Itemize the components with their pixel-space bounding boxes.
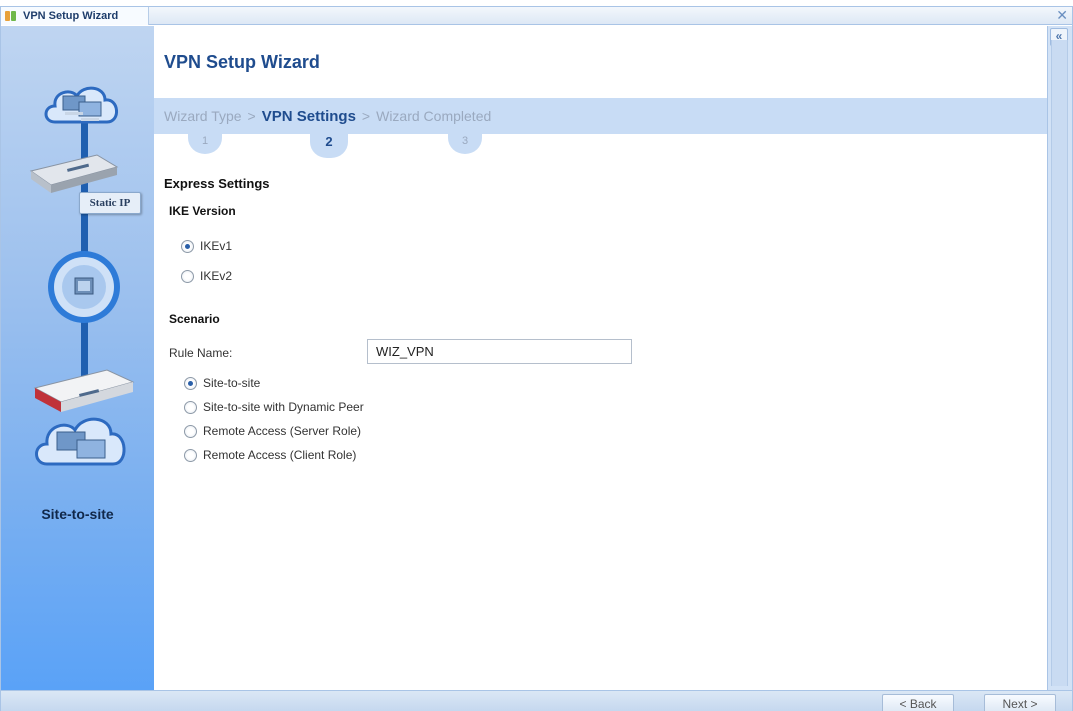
- scenario-client-role-option[interactable]: Remote Access (Client Role): [184, 448, 356, 462]
- local-gateway-device-icon: [33, 369, 135, 412]
- step-number-3: 3: [448, 134, 482, 154]
- rule-name-label: Rule Name:: [169, 346, 233, 360]
- title-bar: VPN Setup Wizard ✕: [1, 7, 1072, 25]
- site-to-site-radio[interactable]: [184, 376, 197, 390]
- scenario-dynamic-peer-option[interactable]: Site-to-site with Dynamic Peer: [184, 400, 364, 414]
- step-progress-bar: Wizard Type > VPN Settings > Wizard Comp…: [154, 98, 1047, 134]
- scrollbar-thumb[interactable]: [1051, 40, 1068, 686]
- window-title: VPN Setup Wizard: [23, 10, 119, 22]
- ike-v2-option[interactable]: IKEv2: [181, 269, 232, 283]
- back-button[interactable]: < Back: [882, 694, 954, 711]
- connection-line: [81, 96, 88, 396]
- next-button[interactable]: Next >: [984, 694, 1056, 711]
- page-title: VPN Setup Wizard: [164, 52, 320, 72]
- vertical-scrollbar[interactable]: «: [1047, 26, 1072, 690]
- wizard-diagram-rail: Static IP Site-to-site: [1, 26, 154, 690]
- scenario-heading: Scenario: [169, 312, 220, 326]
- step-wizard-completed: Wizard Completed: [376, 108, 492, 124]
- scenario-caption: Site-to-site: [41, 506, 114, 522]
- dynamic-peer-label: Site-to-site with Dynamic Peer: [203, 400, 364, 414]
- step-number-1: 1: [188, 134, 222, 154]
- express-settings-heading: Express Settings: [164, 176, 270, 191]
- step-wizard-type: Wizard Type: [164, 108, 242, 124]
- step-breadcrumb: Wizard Type > VPN Settings > Wizard Comp…: [164, 108, 491, 125]
- window-tab[interactable]: VPN Setup Wizard: [1, 7, 149, 25]
- remote-network-cloud-icon: [44, 86, 118, 124]
- ike-v2-radio[interactable]: [181, 269, 194, 283]
- scenario-site-to-site-option[interactable]: Site-to-site: [184, 376, 260, 390]
- wizard-app-icon: [5, 10, 19, 22]
- ike-v2-label: IKEv2: [200, 269, 233, 283]
- step-separator: >: [247, 108, 256, 124]
- client-role-label: Remote Access (Client Role): [203, 448, 357, 462]
- ike-v1-label: IKEv1: [200, 239, 233, 253]
- step-separator: >: [361, 108, 371, 124]
- static-ip-badge: Static IP: [79, 192, 141, 214]
- step-vpn-settings: VPN Settings: [261, 108, 356, 125]
- server-role-label: Remote Access (Server Role): [203, 424, 362, 438]
- wizard-window: VPN Setup Wizard ✕ Static IP Site-to-sit…: [0, 6, 1073, 711]
- dynamic-peer-radio[interactable]: [184, 400, 197, 414]
- scenario-server-role-option[interactable]: Remote Access (Server Role): [184, 424, 361, 438]
- ike-version-heading: IKE Version: [169, 204, 236, 218]
- gateway-device-icon: [29, 154, 119, 193]
- internet-globe-icon: [48, 251, 120, 323]
- ike-v1-radio[interactable]: [181, 239, 194, 253]
- step-number-2: 2: [310, 134, 348, 158]
- wizard-content: VPN Setup Wizard Wizard Type > VPN Setti…: [154, 26, 1047, 690]
- rule-name-input[interactable]: [367, 339, 632, 364]
- wizard-footer: < Back Next >: [1, 690, 1072, 711]
- local-network-cloud-icon: [35, 417, 126, 466]
- ike-v1-option[interactable]: IKEv1: [181, 239, 232, 253]
- client-role-radio[interactable]: [184, 448, 197, 462]
- close-icon[interactable]: ✕: [1056, 7, 1068, 23]
- site-to-site-label: Site-to-site: [203, 376, 261, 390]
- server-role-radio[interactable]: [184, 424, 197, 438]
